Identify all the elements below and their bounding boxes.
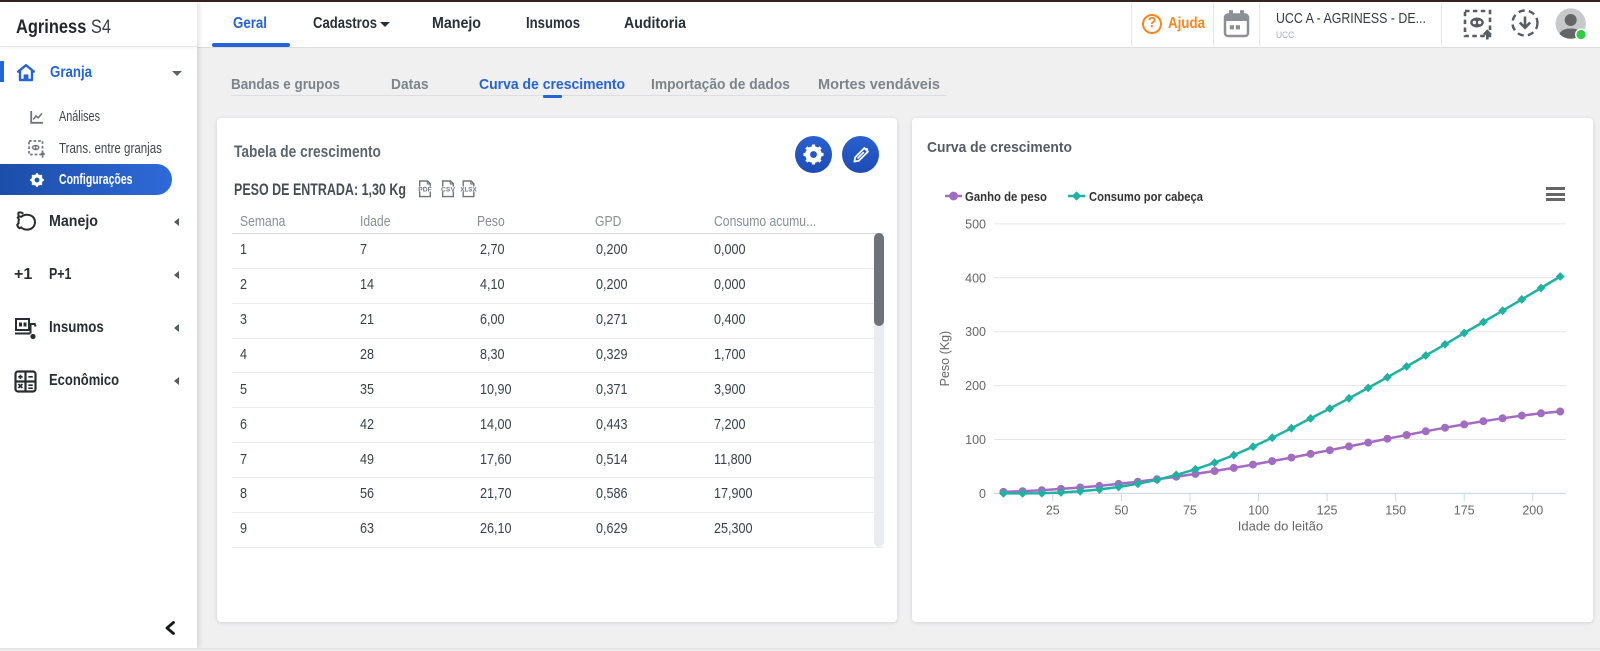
svg-text:500: 500 bbox=[965, 217, 986, 231]
svg-text:125: 125 bbox=[1317, 503, 1338, 517]
svg-text:25: 25 bbox=[1046, 503, 1060, 517]
svg-text:50: 50 bbox=[1114, 503, 1128, 517]
svg-text:100: 100 bbox=[1248, 503, 1269, 517]
svg-text:CSV: CSV bbox=[441, 187, 455, 194]
svg-text:Peso (Kg): Peso (Kg) bbox=[938, 331, 952, 387]
svg-text:200: 200 bbox=[965, 379, 986, 393]
svg-text:75: 75 bbox=[1183, 503, 1197, 517]
svg-text:400: 400 bbox=[965, 271, 986, 285]
svg-text:300: 300 bbox=[965, 325, 986, 339]
svg-text:PDF: PDF bbox=[418, 187, 432, 194]
svg-text:0: 0 bbox=[979, 487, 986, 501]
svg-text:200: 200 bbox=[1522, 503, 1543, 517]
svg-text:XLSX: XLSX bbox=[460, 186, 477, 193]
svg-text:Idade do leitão: Idade do leitão bbox=[1238, 518, 1323, 533]
svg-text:100: 100 bbox=[965, 433, 986, 447]
svg-text:150: 150 bbox=[1385, 503, 1406, 517]
svg-text:175: 175 bbox=[1454, 503, 1475, 517]
